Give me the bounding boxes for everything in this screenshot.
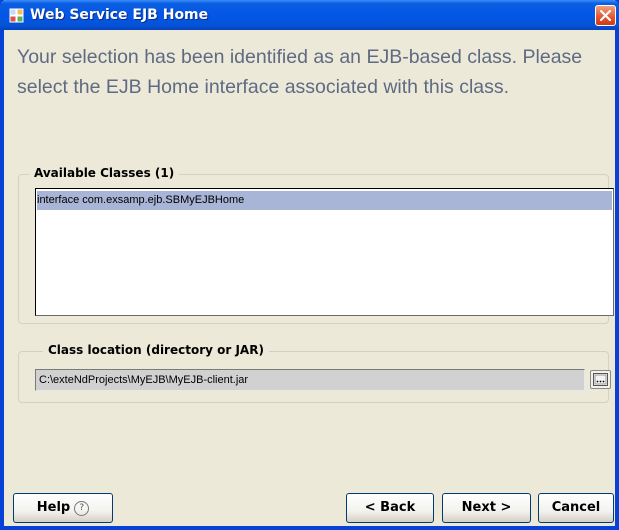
- available-classes-legend: Available Classes (1): [29, 166, 180, 180]
- back-button[interactable]: < Back: [346, 493, 434, 523]
- available-classes-group: Available Classes (1) interface com.exsa…: [18, 166, 614, 324]
- next-button[interactable]: Next >: [442, 493, 531, 523]
- close-button[interactable]: [595, 5, 616, 26]
- class-location-group: Class location (directory or JAR) C:\ext…: [18, 343, 611, 403]
- ejb-app-icon: [9, 8, 24, 23]
- class-location-legend: Class location (directory or JAR): [43, 343, 269, 357]
- help-circle-icon: ?: [74, 501, 90, 516]
- list-item[interactable]: interface com.exsamp.ejb.SBMyEJBHome: [37, 191, 612, 210]
- browse-ellipsis-icon: [593, 373, 608, 386]
- available-classes-list[interactable]: interface com.exsamp.ejb.SBMyEJBHome: [35, 188, 614, 316]
- close-icon: [600, 10, 611, 21]
- help-button-label: Help: [36, 500, 71, 515]
- headline-message: Your selection has been identified as an…: [17, 46, 583, 98]
- cancel-button[interactable]: Cancel: [538, 493, 614, 523]
- dialog-window: Web Service EJB Home Your selection has …: [0, 0, 619, 530]
- title-bar[interactable]: Web Service EJB Home: [0, 0, 619, 30]
- browse-button[interactable]: [590, 370, 611, 389]
- help-button[interactable]: Help?: [13, 493, 113, 523]
- class-location-field[interactable]: C:\exteNdProjects\MyEJB\MyEJB-client.jar: [35, 369, 585, 391]
- window-title: Web Service EJB Home: [30, 7, 209, 23]
